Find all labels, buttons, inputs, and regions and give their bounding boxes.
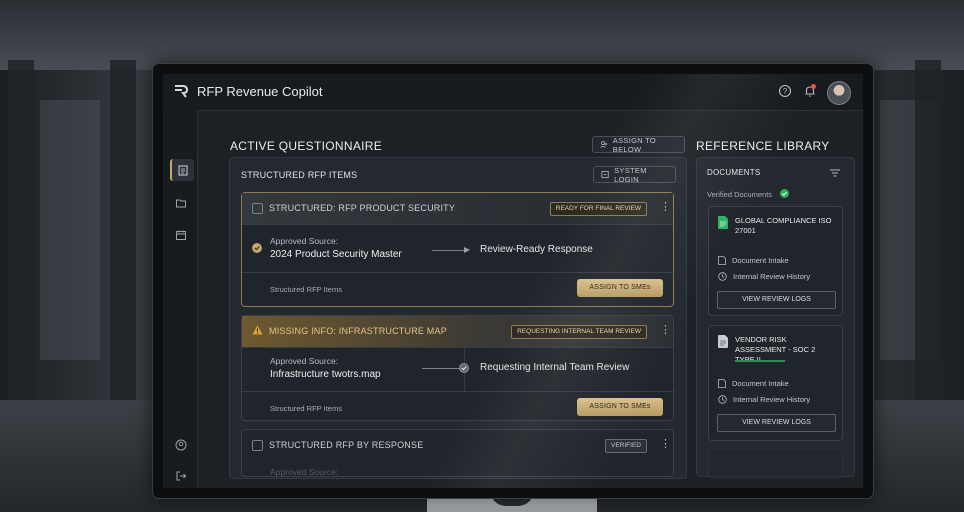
- divider: [242, 391, 675, 392]
- clipboard-icon: [178, 165, 188, 176]
- system-login-label: SYSTEM LOGIN: [614, 165, 647, 184]
- review-history-row[interactable]: Internal Review History: [718, 395, 810, 404]
- view-review-logs-button[interactable]: VIEW REVIEW LOGS: [717, 291, 836, 309]
- document-icon: [718, 379, 726, 388]
- arrow-line: [432, 250, 466, 251]
- card-title: STRUCTURED: RFP PRODUCT SECURITY: [269, 203, 456, 213]
- document-title: GLOBAL COMPLIANCE ISO 27001: [735, 216, 832, 235]
- background-ceiling: [0, 0, 964, 70]
- response-text: Review-Ready Response: [480, 244, 593, 255]
- clock-icon: [718, 272, 727, 281]
- response-text: Requesting Internal Team Review: [480, 362, 630, 373]
- card-footer-label: Structured RFP Items: [270, 404, 342, 413]
- login-icon: [601, 170, 609, 179]
- status-badge: VERIFIED: [605, 439, 647, 453]
- user-icon: [175, 439, 187, 451]
- sidebar-item-profile[interactable]: [170, 434, 192, 456]
- system-login-button[interactable]: SYSTEM LOGIN: [593, 165, 676, 184]
- arrow-line: [422, 368, 462, 369]
- status-badge: REQUESTING INTERNAL TEAM REVIEW: [511, 325, 647, 339]
- rfp-item-card[interactable]: STRUCTURED RFP BY RESPONSE VERIFIED ⋮ Ap…: [241, 429, 674, 477]
- top-bar: RFP Revenue Copilot ?: [163, 74, 863, 111]
- card-title: STRUCTURED RFP BY RESPONSE: [269, 440, 424, 450]
- check-circle-icon: [780, 189, 789, 198]
- divider: [242, 272, 675, 273]
- view-review-logs-button[interactable]: VIEW REVIEW LOGS: [717, 414, 836, 432]
- review-history-row[interactable]: Internal Review History: [718, 272, 810, 281]
- sidebar: [163, 110, 198, 488]
- document-icon: [718, 256, 726, 265]
- check-circle-icon: [252, 243, 262, 253]
- sidebar-item-logout[interactable]: [170, 465, 192, 487]
- avatar[interactable]: [827, 81, 851, 105]
- sidebar-item-questionnaire[interactable]: [170, 159, 194, 181]
- more-options-icon[interactable]: ⋮: [660, 438, 671, 450]
- clock-icon: [718, 395, 727, 404]
- document-icon: [718, 335, 728, 348]
- card-header: MISSING INFO: INFRASTRUCTURE MAP REQUEST…: [242, 316, 673, 348]
- filter-icon[interactable]: [830, 169, 840, 177]
- rfp-item-card[interactable]: STRUCTURED: RFP PRODUCT SECURITY READY F…: [241, 192, 675, 307]
- assign-to-below-label: ASSIGN TO BELOW: [612, 135, 657, 154]
- card-header: STRUCTURED RFP BY RESPONSE VERIFIED ⋮: [242, 430, 673, 461]
- review-history-label: Internal Review History: [733, 272, 811, 281]
- approved-source-label: Approved Source:: [270, 467, 339, 477]
- document-intake-label: Document Intake: [732, 256, 789, 265]
- sidebar-item-calendar[interactable]: [170, 224, 192, 246]
- approved-source-value[interactable]: Infrastructure twotrs.map: [270, 369, 381, 380]
- card-footer-label: Structured RFP Items: [270, 285, 342, 294]
- folder-icon: [176, 199, 186, 208]
- card-title: MISSING INFO: INFRASTRUCTURE MAP: [269, 326, 447, 336]
- document-card[interactable]: VENDOR RISK ASSESSMENT - SOC 2 TYPE II D…: [708, 325, 843, 441]
- assign-to-below-button[interactable]: ASSIGN TO BELOW: [592, 135, 685, 154]
- logo-icon: [175, 85, 189, 98]
- active-questionnaire-title: ACTIVE QUESTIONNAIRE: [230, 139, 383, 153]
- app-title: RFP Revenue Copilot: [197, 84, 323, 99]
- check-circle-icon: [459, 363, 469, 373]
- reference-library-title: REFERENCE LIBRARY: [696, 139, 830, 153]
- assign-to-smes-button[interactable]: ASSIGN TO SMEs: [577, 279, 663, 297]
- notification-dot: [811, 84, 816, 89]
- card-checkbox[interactable]: [252, 440, 263, 451]
- card-header: STRUCTURED: RFP PRODUCT SECURITY READY F…: [242, 193, 673, 225]
- card-checkbox[interactable]: [252, 203, 263, 214]
- app-screen: RFP Revenue Copilot ? ACTIVE QUESTIONNAI…: [163, 74, 863, 488]
- document-progress-line: [735, 360, 785, 362]
- document-intake-row[interactable]: Document Intake: [718, 379, 789, 388]
- document-icon: [718, 216, 728, 229]
- sidebar-item-documents[interactable]: [170, 192, 192, 214]
- documents-panel: DOCUMENTS Verified Documents GLOBAL COMP…: [696, 157, 855, 479]
- document-intake-label: Document Intake: [732, 379, 789, 388]
- background-column: [8, 60, 34, 420]
- rfp-item-card[interactable]: MISSING INFO: INFRASTRUCTURE MAP REQUEST…: [241, 315, 675, 421]
- document-card[interactable]: GLOBAL COMPLIANCE ISO 27001 Document Int…: [708, 206, 843, 316]
- background-column: [110, 60, 136, 420]
- logout-icon: [176, 471, 187, 481]
- status-badge: READY FOR FINAL REVIEW: [549, 202, 647, 216]
- documents-title: DOCUMENTS: [707, 168, 761, 177]
- panel-title: STRUCTURED RFP ITEMS: [241, 170, 358, 180]
- more-options-icon[interactable]: ⋮: [660, 201, 671, 213]
- approved-source-label: Approved Source:: [270, 356, 339, 366]
- help-icon[interactable]: ?: [778, 84, 792, 98]
- svg-text:?: ?: [783, 87, 788, 96]
- user-plus-icon: [600, 141, 608, 148]
- review-history-label: Internal Review History: [733, 395, 811, 404]
- warning-icon: [252, 325, 263, 335]
- background-window: [40, 100, 100, 360]
- assign-to-smes-button[interactable]: ASSIGN TO SMEs: [577, 398, 663, 416]
- background-column: [915, 60, 941, 420]
- document-card[interactable]: [708, 449, 843, 479]
- document-intake-row[interactable]: Document Intake: [718, 256, 789, 265]
- more-options-icon[interactable]: ⋮: [660, 324, 671, 336]
- approved-source-value[interactable]: 2024 Product Security Master: [270, 249, 402, 260]
- arrow-head: [464, 247, 470, 253]
- monitor: RFP Revenue Copilot ? ACTIVE QUESTIONNAI…: [152, 63, 874, 499]
- questionnaire-panel: STRUCTURED RFP ITEMS SYSTEM LOGIN STRUCT…: [229, 157, 687, 479]
- approved-source-label: Approved Source:: [270, 236, 339, 246]
- verified-documents-label: Verified Documents: [707, 190, 773, 199]
- calendar-icon: [176, 230, 186, 240]
